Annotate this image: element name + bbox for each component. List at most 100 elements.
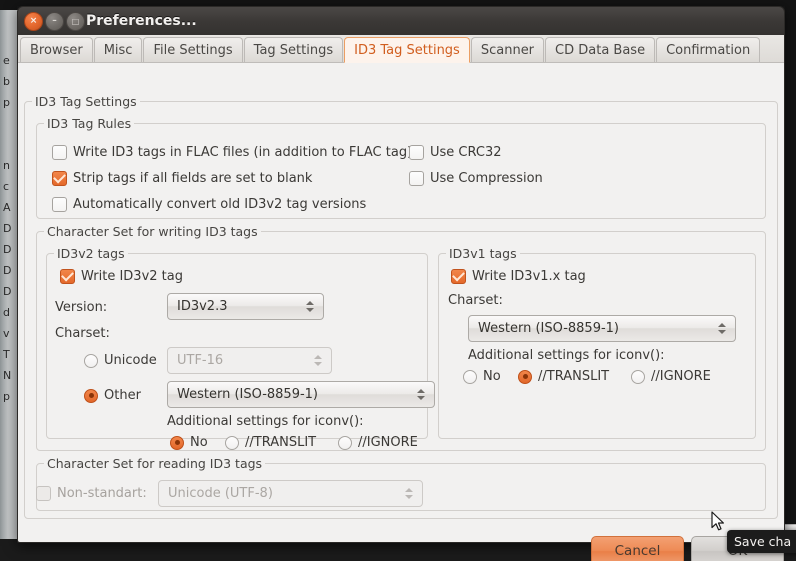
checkbox-strip-tags[interactable]: Strip tags if all fields are set to blan… [52,170,313,186]
id3v2-other-charset-combo[interactable]: Western (ISO-8859-1) [167,381,435,408]
id3v1-charset-combo[interactable]: Western (ISO-8859-1) [468,315,736,342]
tab-id3-tag-settings[interactable]: ID3 Tag Settings [344,37,470,63]
spinner-icon[interactable] [716,320,727,338]
radio-id3v2-unicode[interactable]: Unicode [84,353,157,368]
write-id3v2-label: Write ID3v2 tag [81,269,183,284]
id3v1-iconv-translit-radio-icon[interactable] [518,369,532,384]
use-crc32-label: Use CRC32 [430,145,502,160]
id3v1-iconv-ignore-radio-icon[interactable] [631,369,645,384]
id3v2-iconv-translit-label: //TRANSLIT [245,435,317,450]
tab-scanner[interactable]: Scanner [470,37,545,62]
id3v2-version-label-row: Version: [55,300,107,315]
id3v1-iconv-no-label: No [483,369,501,384]
radio-id3v2-other[interactable]: Other [84,388,141,403]
id3v2-version-label: Version: [55,300,108,315]
window-title: Preferences... [86,13,197,29]
use-compression-checkbox-icon[interactable] [409,171,424,186]
write-id3v1-checkbox-icon[interactable] [451,268,466,284]
id3v1-charset-value: Western (ISO-8859-1) [478,321,620,336]
id3-tag-settings-frame-title: ID3 Tag Settings [32,94,140,109]
id3v1-iconv-label: Additional settings for iconv(): [468,348,665,363]
spinner-icon[interactable] [304,298,315,316]
id3v2-iconv-no-label: No [190,435,208,450]
reading-charset-frame-title: Character Set for reading ID3 tags [44,456,266,471]
tab-misc[interactable]: Misc [93,37,143,62]
id3v2-unicode-radio-icon[interactable] [84,353,98,368]
id3v2-iconv-no-radio-icon[interactable] [170,435,184,450]
id3v1-charset-label: Charset: [448,293,503,308]
write-id3v1-label: Write ID3v1.x tag [472,269,586,284]
strip-tags-checkbox-icon[interactable] [52,170,67,186]
close-glyph: × [29,16,38,26]
tab-confirmation[interactable]: Confirmation [656,37,761,62]
reading-charset-value: Unicode (UTF-8) [168,486,273,501]
radio-id3v2-iconv-no[interactable]: No [170,435,208,450]
minimize-icon[interactable]: – [45,12,64,31]
spinner-icon [312,352,323,370]
writing-charset-frame-title: Character Set for writing ID3 tags [44,224,261,239]
checkbox-non-standard[interactable]: Non-standart: [36,486,147,501]
use-crc32-checkbox-icon[interactable] [409,145,424,160]
id3v2-unicode-label: Unicode [104,353,157,368]
reading-charset-combo: Unicode (UTF-8) [158,480,423,507]
minimize-glyph: – [52,16,57,26]
spinner-icon[interactable] [415,386,426,404]
id3v2-charset-label-row: Charset: [55,326,110,341]
id3v2-other-label: Other [104,388,141,403]
preferences-dialog: × – □ Preferences... Browser Misc File S… [17,6,785,561]
checkbox-auto-convert[interactable]: Automatically convert old ID3v2 tag vers… [52,197,366,212]
write-id3v2-checkbox-icon[interactable] [60,268,75,284]
auto-convert-label: Automatically convert old ID3v2 tag vers… [73,197,367,212]
window-controls: × – □ [24,12,85,31]
id3v1-charset-label-row: Charset: [448,293,503,308]
dialog-body: Browser Misc File Settings Tag Settings … [17,35,785,561]
strip-tags-label: Strip tags if all fields are set to blan… [73,171,313,186]
id3v2-unicode-combo: UTF-16 [167,347,332,374]
radio-id3v2-iconv-translit[interactable]: //TRANSLIT [225,435,316,450]
tab-cd-data-base[interactable]: CD Data Base [545,37,656,62]
auto-convert-checkbox-icon[interactable] [52,197,67,212]
id3v2-unicode-value: UTF-16 [177,353,224,368]
tab-tag-settings[interactable]: Tag Settings [243,37,344,62]
non-standard-checkbox-icon[interactable] [36,486,51,501]
id3v2-tags-frame-title: ID3v2 tags [54,246,128,261]
id3v2-charset-label: Charset: [55,326,110,341]
use-compression-label: Use Compression [430,171,543,186]
id3v1-iconv-translit-label: //TRANSLIT [538,369,610,384]
maximize-icon[interactable]: □ [66,12,85,31]
id3v2-version-value: ID3v2.3 [177,299,228,314]
radio-id3v1-iconv-ignore[interactable]: //IGNORE [631,369,711,384]
write-flac-checkbox-icon[interactable] [52,145,67,160]
cancel-button[interactable]: Cancel [591,536,684,561]
tab-file-settings[interactable]: File Settings [143,37,243,62]
close-icon[interactable]: × [24,12,43,31]
radio-id3v2-iconv-ignore[interactable]: //IGNORE [338,435,418,450]
id3v2-other-charset-value: Western (ISO-8859-1) [177,387,319,402]
id3v1-iconv-label-row: Additional settings for iconv(): [468,348,665,363]
id3v2-other-radio-icon[interactable] [84,388,98,403]
checkbox-write-id3v2[interactable]: Write ID3v2 tag [60,268,183,284]
tab-browser[interactable]: Browser [20,37,93,62]
id3-tag-rules-frame-title: ID3 Tag Rules [44,116,135,131]
write-flac-label: Write ID3 tags in FLAC files (in additio… [73,145,413,160]
id3v2-iconv-translit-radio-icon[interactable] [225,435,239,450]
id3v2-iconv-label: Additional settings for iconv(): [167,414,364,429]
spinner-icon [403,485,414,503]
id3v2-iconv-ignore-radio-icon[interactable] [338,435,352,450]
cancel-button-label: Cancel [614,543,661,559]
id3v1-iconv-no-radio-icon[interactable] [463,369,477,384]
title-bar[interactable]: × – □ Preferences... [17,6,785,35]
screen: e b p n c A D D D D d v T N p · · · · ··… [0,0,796,561]
id3v1-tags-frame-title: ID3v1 tags [446,246,520,261]
id3v2-iconv-label-row: Additional settings for iconv(): [167,414,364,429]
checkbox-write-flac[interactable]: Write ID3 tags in FLAC files (in additio… [52,145,412,160]
maximize-glyph: □ [71,16,80,26]
radio-id3v1-iconv-translit[interactable]: //TRANSLIT [518,369,609,384]
checkbox-use-crc32[interactable]: Use CRC32 [409,145,502,160]
id3v2-version-combo[interactable]: ID3v2.3 [167,293,324,320]
checkbox-use-compression[interactable]: Use Compression [409,171,543,186]
non-standard-label: Non-standart: [57,486,147,501]
id3v2-iconv-ignore-label: //IGNORE [358,435,418,450]
checkbox-write-id3v1[interactable]: Write ID3v1.x tag [451,268,586,284]
radio-id3v1-iconv-no[interactable]: No [463,369,501,384]
